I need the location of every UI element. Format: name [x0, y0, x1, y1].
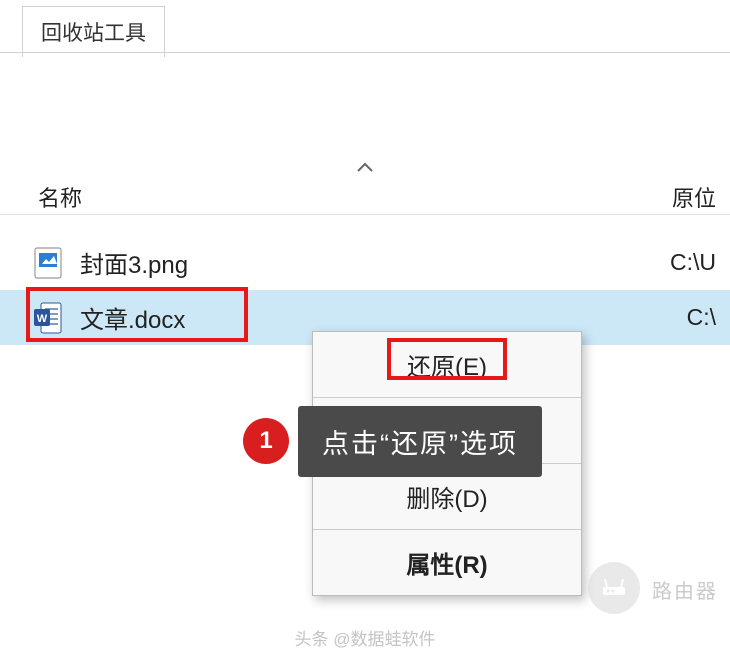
footer-source: 头条 @数据蛙软件 — [295, 625, 436, 650]
watermark-text: 路由器 — [652, 575, 718, 604]
svg-text:W: W — [37, 313, 48, 325]
menu-restore[interactable]: 还原(E) — [313, 332, 581, 397]
column-name-header[interactable]: 名称 — [38, 181, 82, 213]
column-location-header[interactable]: 原位 — [672, 181, 716, 213]
file-name-label: 文章.docx — [80, 300, 185, 335]
recycle-bin-tools-tab[interactable]: 回收站工具 — [22, 6, 165, 57]
annotation-tooltip: 点击“还原”选项 — [298, 406, 542, 477]
word-file-icon: W — [34, 302, 62, 334]
column-headers: 名称 原位 — [0, 175, 730, 215]
menu-properties[interactable]: 属性(R) — [313, 530, 581, 595]
annotation-number-badge: 1 — [243, 418, 289, 464]
file-location-label: C:\ — [687, 304, 716, 331]
file-name-label: 封面3.png — [80, 245, 188, 280]
ribbon-divider — [0, 52, 730, 53]
image-file-icon — [34, 247, 62, 279]
file-list: 封面3.png C:\U W 文章.docx C:\ — [0, 235, 730, 345]
file-row[interactable]: 封面3.png C:\U — [0, 235, 730, 290]
router-logo-icon — [588, 562, 640, 614]
file-location-label: C:\U — [670, 249, 716, 276]
menu-restore-label: 还原(E) — [407, 354, 487, 381]
